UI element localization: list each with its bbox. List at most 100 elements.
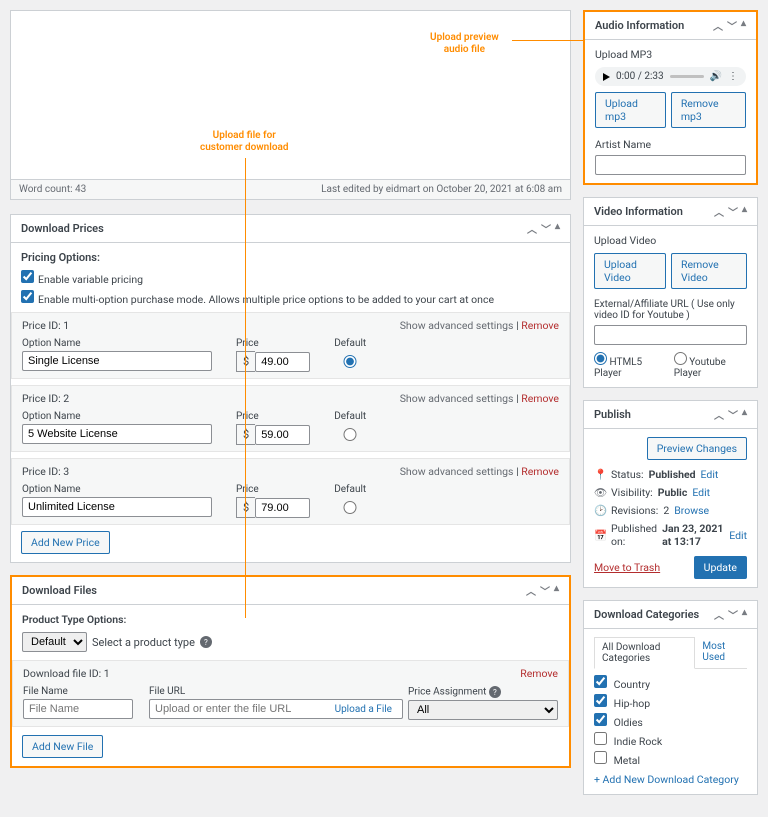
- collapse-icon[interactable]: ▴: [555, 221, 560, 236]
- product-type-select[interactable]: Default: [22, 632, 87, 652]
- collapse-icon[interactable]: ▴: [741, 18, 746, 33]
- collapse-icon[interactable]: ▴: [742, 607, 747, 622]
- visibility-icon: 👁: [594, 486, 606, 499]
- chevron-down-icon[interactable]: ﹀: [541, 221, 551, 236]
- collapse-icon[interactable]: ▴: [742, 204, 747, 219]
- youtube-player-radio[interactable]: Youtube Player: [674, 352, 747, 379]
- advanced-settings-link[interactable]: Show advanced settings: [400, 465, 514, 478]
- price-id-label: Price ID: 1: [22, 319, 69, 332]
- chevron-down-icon[interactable]: ﹀: [727, 18, 737, 33]
- advanced-settings-link[interactable]: Show advanced settings: [400, 392, 514, 405]
- help-icon[interactable]: ?: [200, 636, 212, 648]
- category-item[interactable]: Country: [594, 675, 747, 691]
- more-icon[interactable]: ⋮: [728, 71, 738, 82]
- update-button[interactable]: Update: [694, 556, 747, 579]
- panel-title: Download Categories: [594, 608, 699, 621]
- panel-title: Download Files: [22, 584, 97, 597]
- remove-price-link[interactable]: Remove: [521, 319, 559, 332]
- category-item[interactable]: Indie Rock: [594, 732, 747, 748]
- audio-time: 0:00 / 2:33: [616, 71, 664, 82]
- chevron-up-icon[interactable]: ︿: [714, 204, 724, 219]
- artist-name-label: Artist Name: [595, 138, 746, 151]
- edit-date-link[interactable]: Edit: [729, 529, 747, 542]
- price-input[interactable]: [255, 425, 310, 445]
- price-id-label: Price ID: 3: [22, 465, 69, 478]
- currency-symbol: $: [236, 351, 255, 372]
- audio-progress[interactable]: [670, 75, 704, 78]
- add-new-price-button[interactable]: Add New Price: [21, 531, 110, 554]
- upload-file-link[interactable]: Upload a File: [335, 704, 392, 715]
- default-radio[interactable]: [334, 428, 366, 441]
- edit-status-link[interactable]: Edit: [701, 468, 719, 481]
- volume-icon[interactable]: [710, 71, 722, 82]
- chevron-down-icon[interactable]: ﹀: [540, 583, 550, 598]
- product-type-hint: Select a product type: [92, 636, 195, 649]
- chevron-down-icon[interactable]: ﹀: [728, 204, 738, 219]
- default-radio[interactable]: [334, 501, 366, 514]
- remove-price-link[interactable]: Remove: [521, 392, 559, 405]
- add-new-category-link[interactable]: + Add New Download Category: [594, 773, 747, 786]
- category-item[interactable]: Oldies: [594, 713, 747, 729]
- remove-file-link[interactable]: Remove: [520, 667, 558, 680]
- option-name-input[interactable]: [22, 351, 212, 371]
- chevron-up-icon[interactable]: ︿: [526, 583, 536, 598]
- html5-player-radio[interactable]: HTML5 Player: [594, 352, 664, 379]
- tab-all-categories[interactable]: All Download Categories: [594, 637, 695, 669]
- category-item[interactable]: Metal: [594, 751, 747, 767]
- category-item[interactable]: Hip-hop: [594, 694, 747, 710]
- default-label: Default: [334, 411, 366, 422]
- enable-multioption[interactable]: Enable multi-option purchase mode. Allow…: [21, 290, 560, 306]
- play-icon[interactable]: [603, 73, 610, 81]
- add-new-file-button[interactable]: Add New File: [22, 735, 103, 758]
- option-name-label: Option Name: [22, 411, 212, 422]
- collapse-icon[interactable]: ▴: [554, 583, 559, 598]
- move-to-trash-link[interactable]: Move to Trash: [594, 561, 660, 574]
- external-url-input[interactable]: [594, 325, 747, 345]
- revisions-icon: 🕑: [594, 504, 606, 517]
- price-input[interactable]: [255, 352, 310, 372]
- filename-label: File Name: [23, 686, 133, 697]
- pin-icon: 📍: [594, 468, 606, 481]
- edit-visibility-link[interactable]: Edit: [692, 486, 710, 499]
- panel-title: Publish: [594, 408, 631, 421]
- currency-symbol: $: [236, 497, 255, 518]
- panel-title: Video Information: [594, 205, 683, 218]
- option-name-input[interactable]: [22, 424, 212, 444]
- remove-price-link[interactable]: Remove: [521, 465, 559, 478]
- price-label: Price: [236, 484, 310, 495]
- default-label: Default: [334, 484, 366, 495]
- upload-video-button[interactable]: Upload Video: [594, 253, 666, 289]
- default-radio[interactable]: [334, 355, 366, 368]
- price-assignment-select[interactable]: All: [408, 700, 558, 720]
- chevron-up-icon[interactable]: ︿: [713, 18, 723, 33]
- pricing-options-label: Pricing Options:: [21, 251, 560, 264]
- option-name-label: Option Name: [22, 484, 212, 495]
- audio-player[interactable]: 0:00 / 2:33 ⋮: [595, 67, 746, 86]
- chevron-up-icon[interactable]: ︿: [714, 407, 724, 422]
- upload-video-label: Upload Video: [594, 234, 747, 247]
- option-name-input[interactable]: [22, 497, 212, 517]
- price-input[interactable]: [255, 498, 310, 518]
- fileurl-label: File URL: [149, 686, 392, 697]
- upload-mp3-button[interactable]: Upload mp3: [595, 92, 666, 128]
- chevron-up-icon[interactable]: ︿: [527, 221, 537, 236]
- enable-variable-pricing[interactable]: Enable variable pricing: [21, 270, 560, 286]
- chevron-down-icon[interactable]: ﹀: [728, 407, 738, 422]
- video-info-panel: Video Information ︿ ﹀ ▴ Upload Video Upl…: [583, 197, 758, 388]
- panel-title: Audio Information: [595, 19, 684, 32]
- remove-mp3-button[interactable]: Remove mp3: [671, 92, 746, 128]
- artist-name-input[interactable]: [595, 155, 746, 175]
- tab-most-used[interactable]: Most Used: [695, 637, 747, 668]
- advanced-settings-link[interactable]: Show advanced settings: [400, 319, 514, 332]
- preview-changes-button[interactable]: Preview Changes: [647, 437, 747, 460]
- help-icon[interactable]: ?: [489, 686, 501, 698]
- filename-input[interactable]: [23, 699, 133, 719]
- chevron-down-icon[interactable]: ﹀: [728, 607, 738, 622]
- remove-video-button[interactable]: Remove Video: [671, 253, 747, 289]
- upload-mp3-label: Upload MP3: [595, 48, 746, 61]
- chevron-up-icon[interactable]: ︿: [714, 607, 724, 622]
- file-id-label: Download file ID: 1: [23, 667, 110, 680]
- editor-area[interactable]: [10, 10, 571, 180]
- browse-revisions-link[interactable]: Browse: [674, 504, 709, 517]
- collapse-icon[interactable]: ▴: [742, 407, 747, 422]
